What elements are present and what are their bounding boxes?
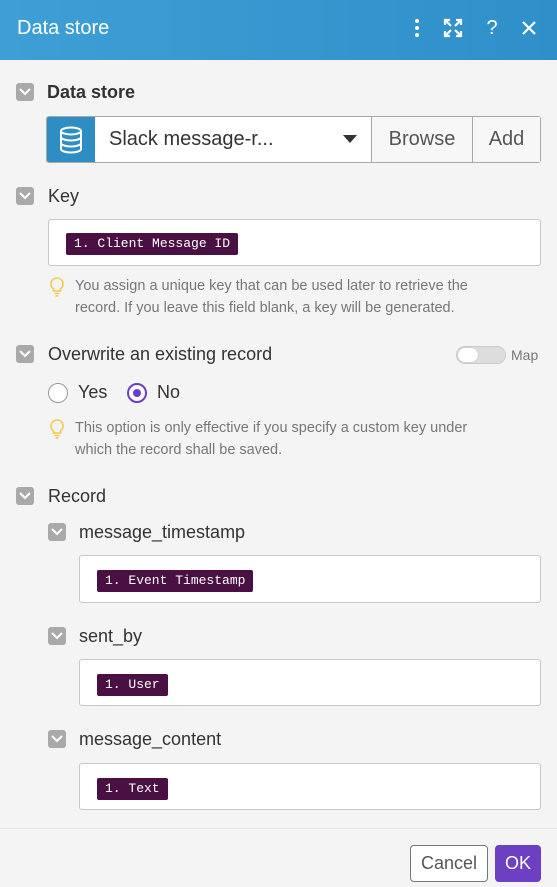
data-store-collapse-toggle[interactable] — [16, 83, 34, 101]
key-mapped-value-pill[interactable]: 1. Client Message ID — [66, 233, 239, 255]
key-collapse-toggle[interactable] — [16, 187, 34, 205]
expand-icon[interactable] — [441, 16, 465, 40]
overwrite-hint: This option is only effective if you spe… — [75, 420, 468, 458]
footer-divider — [0, 828, 557, 829]
help-icon[interactable]: ? — [480, 16, 504, 40]
record-collapse-toggle[interactable] — [16, 487, 34, 505]
overwrite-yes-radio[interactable] — [48, 383, 68, 403]
add-button[interactable]: Add — [472, 117, 540, 162]
cancel-button[interactable]: Cancel — [410, 845, 488, 882]
browse-button[interactable]: Browse — [371, 117, 472, 162]
overwrite-yes-label[interactable]: Yes — [78, 382, 107, 403]
database-icon — [47, 117, 95, 162]
record-label: Record — [48, 486, 107, 506]
data-store-selected-value: Slack message-r... — [109, 128, 274, 150]
dialog-header: Data store ? — [0, 0, 557, 60]
message-timestamp-pill[interactable]: 1. Event Timestamp — [97, 570, 254, 592]
close-icon[interactable] — [517, 16, 541, 40]
more-vertical-icon[interactable] — [405, 16, 429, 40]
overwrite-no-label[interactable]: No — [157, 382, 180, 403]
overwrite-no-radio[interactable] — [127, 383, 147, 403]
message-content-collapse-toggle[interactable] — [48, 730, 66, 748]
map-label: Map — [511, 347, 539, 363]
lightbulb-icon — [49, 419, 65, 439]
data-store-label: Data store — [47, 82, 136, 102]
message-content-input[interactable]: 1. Text — [79, 763, 541, 810]
overwrite-collapse-toggle[interactable] — [16, 345, 34, 363]
data-store-selector: Slack message-r... Browse Add — [46, 116, 541, 163]
key-input[interactable]: 1. Client Message ID — [48, 219, 541, 266]
message-content-label: message_content — [79, 729, 222, 749]
key-label: Key — [48, 186, 80, 206]
sent-by-collapse-toggle[interactable] — [48, 627, 66, 645]
dialog-title: Data store — [17, 17, 110, 39]
message-timestamp-input[interactable]: 1. Event Timestamp — [79, 555, 541, 603]
data-store-dropdown[interactable]: Slack message-r... — [95, 117, 371, 162]
message-timestamp-collapse-toggle[interactable] — [48, 523, 66, 541]
lightbulb-icon — [49, 277, 65, 297]
caret-down-icon — [343, 135, 357, 143]
ok-button[interactable]: OK — [495, 845, 541, 882]
message-content-pill[interactable]: 1. Text — [97, 778, 168, 800]
message-timestamp-label: message_timestamp — [79, 522, 246, 542]
overwrite-label: Overwrite an existing record — [48, 344, 273, 364]
map-toggle-knob — [458, 348, 478, 362]
key-hint: You assign a unique key that can be used… — [75, 278, 468, 316]
sent-by-input[interactable]: 1. User — [79, 659, 541, 706]
sent-by-pill[interactable]: 1. User — [97, 674, 168, 696]
map-toggle[interactable] — [456, 346, 506, 364]
sent-by-label: sent_by — [79, 626, 143, 646]
